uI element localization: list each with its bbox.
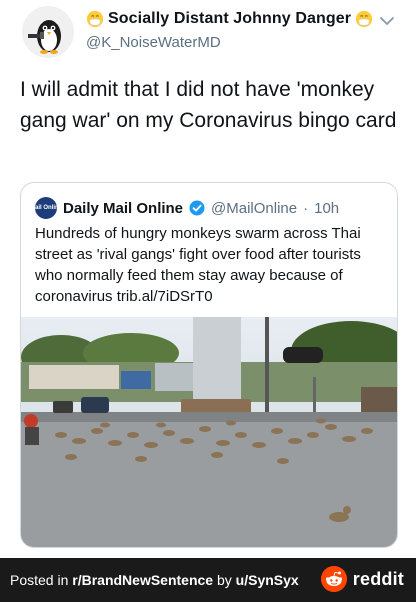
mailonline-logo: Mail Online [30,197,62,219]
reddit-wordmark: reddit [352,568,404,589]
chevron-down-icon[interactable] [380,16,394,26]
avatar[interactable] [22,6,74,58]
quoted-separator: · [303,199,309,217]
tweet-text: I will admit that I did not have 'monkey… [20,78,397,132]
subreddit-link[interactable]: r/BrandNewSentence [72,572,213,588]
user-handle[interactable]: @K_NoiseWaterMD [86,34,221,51]
quoted-header: Mail Online Daily Mail Online @MailOnlin… [30,197,339,219]
author-name-row: Socially Distant Johnny Danger [86,10,373,28]
mask-emoji-icon [86,10,104,28]
footer-by: by [213,572,236,588]
penguin-icon [22,6,74,58]
tweet-card: Socially Distant Johnny Danger @K_NoiseW… [0,0,416,558]
quoted-time[interactable]: 10h [314,200,339,217]
verified-badge-icon [189,200,205,216]
footer-prefix: Posted in [10,572,73,588]
mask-emoji-icon [355,10,373,28]
reddit-footer: Posted in r/BrandNewSentence by u/SynSyx… [0,558,416,602]
reddit-logo[interactable]: reddit [320,566,404,592]
user-link[interactable]: u/SynSyx [236,572,299,588]
footer-caption: Posted in r/BrandNewSentence by u/SynSyx [10,572,299,588]
quoted-handle[interactable]: @MailOnline [211,200,297,217]
reddit-alien-icon [320,566,347,592]
quoted-name[interactable]: Daily Mail Online [63,200,183,217]
quoted-text: Hundreds of hungry monkeys swarm across … [35,225,361,305]
street-monkeys-photo[interactable] [21,317,397,547]
display-name[interactable]: Socially Distant Johnny Danger [108,10,351,28]
quoted-tweet[interactable]: Mail Online Daily Mail Online @MailOnlin… [20,182,398,548]
